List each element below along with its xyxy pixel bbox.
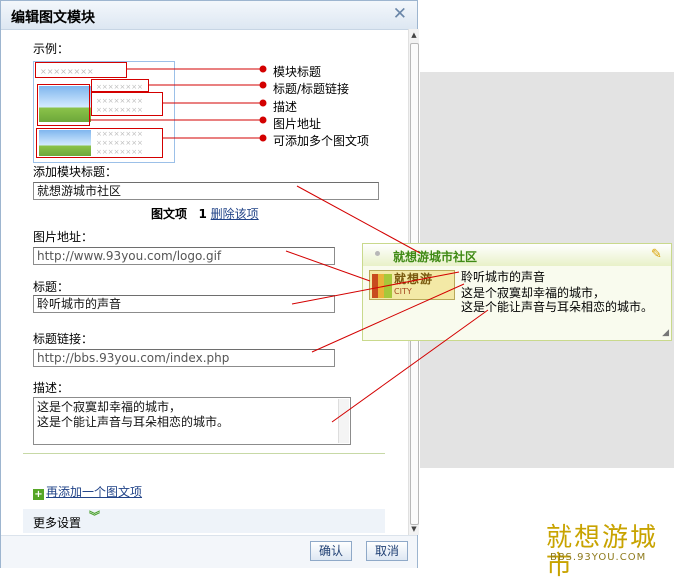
example-label: 示例： <box>33 42 70 56</box>
description-textarea[interactable]: 这是个寂寞却幸福的城市， 这是个能让声音与耳朵相恋的城市。 <box>33 397 351 445</box>
title-label: 标题： <box>33 280 70 294</box>
textarea-scrollbar[interactable] <box>338 399 349 443</box>
logo-text: 就想游 <box>394 272 434 286</box>
watermark-sub: BBS.93YOU.COM <box>550 552 647 563</box>
item-group-label: 图文项 <box>151 207 188 221</box>
scroll-up-icon[interactable]: ▲ <box>410 31 418 39</box>
preview-logo-image: 就想游 CITY 93YOU.COM <box>369 270 455 300</box>
title-input[interactable]: 聆听城市的声音 <box>33 295 335 313</box>
section-divider <box>23 453 385 454</box>
callout-module-title <box>35 62 127 78</box>
add-item-row[interactable]: + 再添加一个图文项 <box>33 483 142 500</box>
scroll-down-icon[interactable]: ▼ <box>410 525 418 533</box>
preview-title: 就想游城市社区 <box>393 250 478 264</box>
legend-title-link: 标题/标题链接 <box>273 82 350 96</box>
building-icon <box>372 274 392 298</box>
image-url-input[interactable]: http://www.93you.com/logo.gif <box>33 247 335 265</box>
module-title-input[interactable]: 就想游城市社区 <box>33 182 379 200</box>
description-line: 这是个能让声音与耳朵相恋的城市。 <box>37 415 230 429</box>
logo-subtext: CITY 93YOU.COM <box>394 287 412 296</box>
legend-image-url: 图片地址 <box>273 117 322 131</box>
preview-desc-line: 这是个能让声音与耳朵相恋的城市。 <box>461 300 654 314</box>
module-title-label: 添加模块标题： <box>33 165 118 179</box>
description-label: 描述： <box>33 381 70 395</box>
plus-icon: + <box>33 489 44 500</box>
preview-item-title[interactable]: 聆听城市的声音 <box>461 268 545 285</box>
edit-module-dialog: 编辑图文模块 ✕ ▲ ▼ 示例： ×××××××× ×××××××× ×××××… <box>0 0 419 568</box>
double-chevron-down-icon: ︾ <box>89 510 100 523</box>
dialog-footer: 确认 取消 <box>1 535 417 568</box>
preview-titlebar: 就想游城市社区 <box>363 244 671 266</box>
watermark-logo: 就想游城市 BBS.93YOU.COM <box>546 524 674 580</box>
more-settings-toggle[interactable]: 更多设置 ︾ <box>23 509 385 533</box>
callout-image <box>37 84 90 126</box>
dialog-titlebar: 编辑图文模块 ✕ <box>1 1 417 30</box>
item-group-header: 图文项 1 删除该项 <box>151 205 259 222</box>
callout-multiple-items <box>36 128 163 158</box>
description-line: 这是个寂寞却幸福的城市， <box>37 400 182 414</box>
delete-item-link[interactable]: 删除该项 <box>211 207 259 221</box>
more-settings-label: 更多设置 <box>33 516 82 530</box>
legend-module-title: 模块标题 <box>273 65 322 79</box>
bullet-icon <box>375 251 380 256</box>
resize-handle-icon[interactable]: ◢ <box>662 328 669 338</box>
cancel-button[interactable]: 取消 <box>366 541 409 561</box>
wrench-icon[interactable]: ✎ <box>651 248 665 262</box>
callout-title-link <box>91 79 149 92</box>
legend-description: 描述 <box>273 100 298 114</box>
dialog-title: 编辑图文模块 <box>11 10 95 26</box>
title-link-label: 标题链接： <box>33 332 94 346</box>
callout-description <box>91 92 163 116</box>
item-group-index: 1 <box>198 207 207 221</box>
close-icon[interactable]: ✕ <box>393 4 407 24</box>
title-link-input[interactable]: http://bbs.93you.com/index.php <box>33 349 335 367</box>
confirm-button[interactable]: 确认 <box>310 541 353 561</box>
image-url-label: 图片地址： <box>33 230 94 244</box>
add-item-link[interactable]: 再添加一个图文项 <box>46 485 142 499</box>
legend-multiple-items: 可添加多个图文项 <box>273 134 370 148</box>
module-preview: 就想游城市社区 ✎ 就想游 CITY 93YOU.COM 聆听城市的声音 这是个… <box>362 243 672 341</box>
